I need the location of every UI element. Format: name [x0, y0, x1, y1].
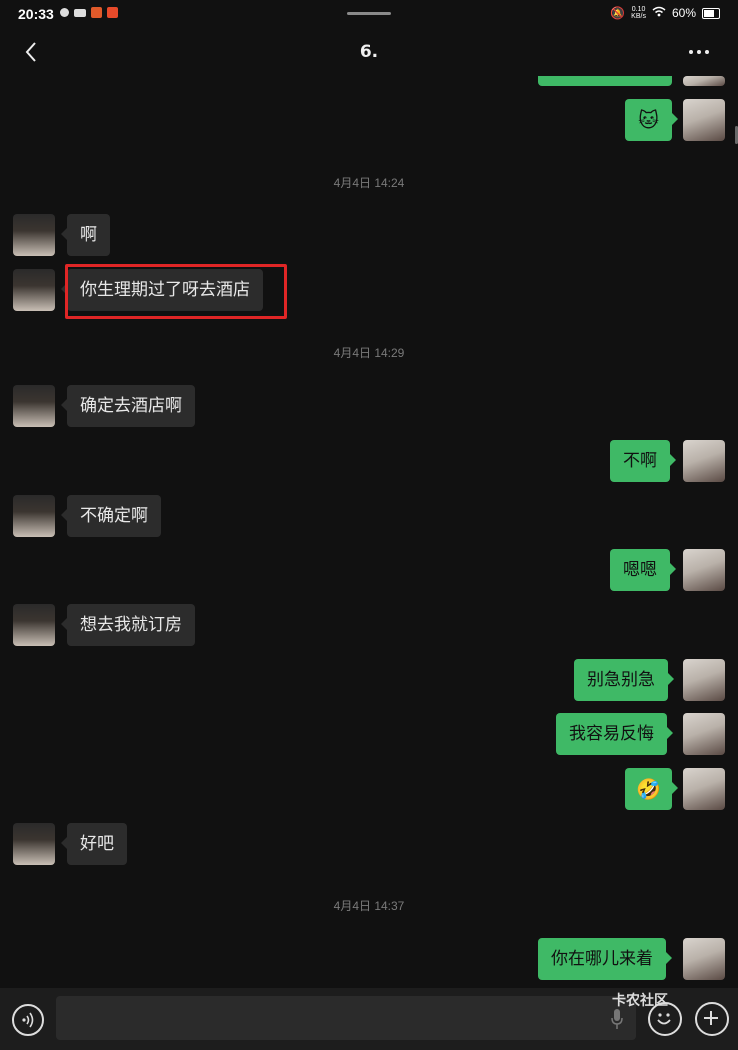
timestamp: 4月4日 14:37: [333, 899, 405, 913]
contact-avatar[interactable]: [13, 495, 55, 537]
app-icon: [91, 7, 102, 18]
highlight-box: [65, 264, 287, 319]
my-avatar[interactable]: [683, 76, 725, 86]
my-avatar[interactable]: [683, 440, 725, 482]
message-bubble[interactable]: 不啊: [610, 440, 676, 482]
more-button[interactable]: [684, 40, 714, 64]
net-speed: 0.10 KB/s: [631, 6, 646, 20]
timestamp: 4月4日 14:24: [333, 176, 405, 190]
my-avatar[interactable]: [683, 768, 725, 810]
message-bubble[interactable]: 嗯嗯: [610, 549, 676, 591]
status-time: 20:33: [18, 6, 54, 22]
message-bubble[interactable]: 好吧: [61, 823, 127, 865]
battery-icon: [702, 7, 720, 19]
message-bubble[interactable]: 啊: [61, 214, 110, 256]
plus-icon: [704, 1011, 718, 1025]
message-bubble[interactable]: 想去我就订房: [61, 604, 195, 646]
message-bubble[interactable]: 🐱: [625, 99, 678, 141]
contact-avatar[interactable]: [13, 269, 55, 311]
message-bubble-partial[interactable]: [538, 76, 672, 86]
drag-handle: [347, 12, 391, 15]
message-input[interactable]: [56, 996, 636, 1040]
mute-icon: 🔕: [610, 6, 626, 20]
status-right: 🔕 0.10 KB/s 60%: [610, 6, 720, 20]
my-avatar[interactable]: [683, 99, 725, 141]
mic-icon[interactable]: [610, 1008, 624, 1030]
contact-avatar[interactable]: [13, 385, 55, 427]
timestamp: 4月4日 14:29: [333, 346, 405, 360]
voice-input-button[interactable]: [12, 1004, 44, 1036]
message-bubble[interactable]: 不确定啊: [61, 495, 161, 537]
voice-icon: [22, 1012, 34, 1028]
video-icon: [74, 8, 86, 17]
message-bubble[interactable]: 确定去酒店啊: [61, 385, 195, 427]
message-bubble[interactable]: 🤣: [625, 768, 678, 810]
contact-avatar[interactable]: [13, 823, 55, 865]
my-avatar[interactable]: [683, 938, 725, 980]
watermark: 卡农社区: [612, 993, 668, 1009]
chat-header: 6.: [0, 28, 738, 76]
my-avatar[interactable]: [683, 549, 725, 591]
app-icon: [107, 7, 118, 18]
battery-percent: 60%: [671, 6, 696, 20]
wechat-icon: [60, 8, 69, 17]
message-bubble[interactable]: 别急别急: [574, 659, 674, 701]
contact-avatar[interactable]: [13, 604, 55, 646]
wifi-icon: [652, 6, 666, 20]
my-avatar[interactable]: [683, 713, 725, 755]
status-bar: 20:33 🔕 0.10 KB/s 60%: [0, 0, 738, 28]
contact-avatar[interactable]: [13, 214, 55, 256]
notification-icons: [60, 7, 118, 18]
message-bubble[interactable]: 你在哪儿来着: [538, 938, 672, 980]
more-actions-button[interactable]: [695, 1002, 729, 1036]
chat-title: 6.: [359, 42, 379, 62]
message-bubble[interactable]: 我容易反悔: [556, 713, 673, 755]
my-avatar[interactable]: [683, 659, 725, 701]
